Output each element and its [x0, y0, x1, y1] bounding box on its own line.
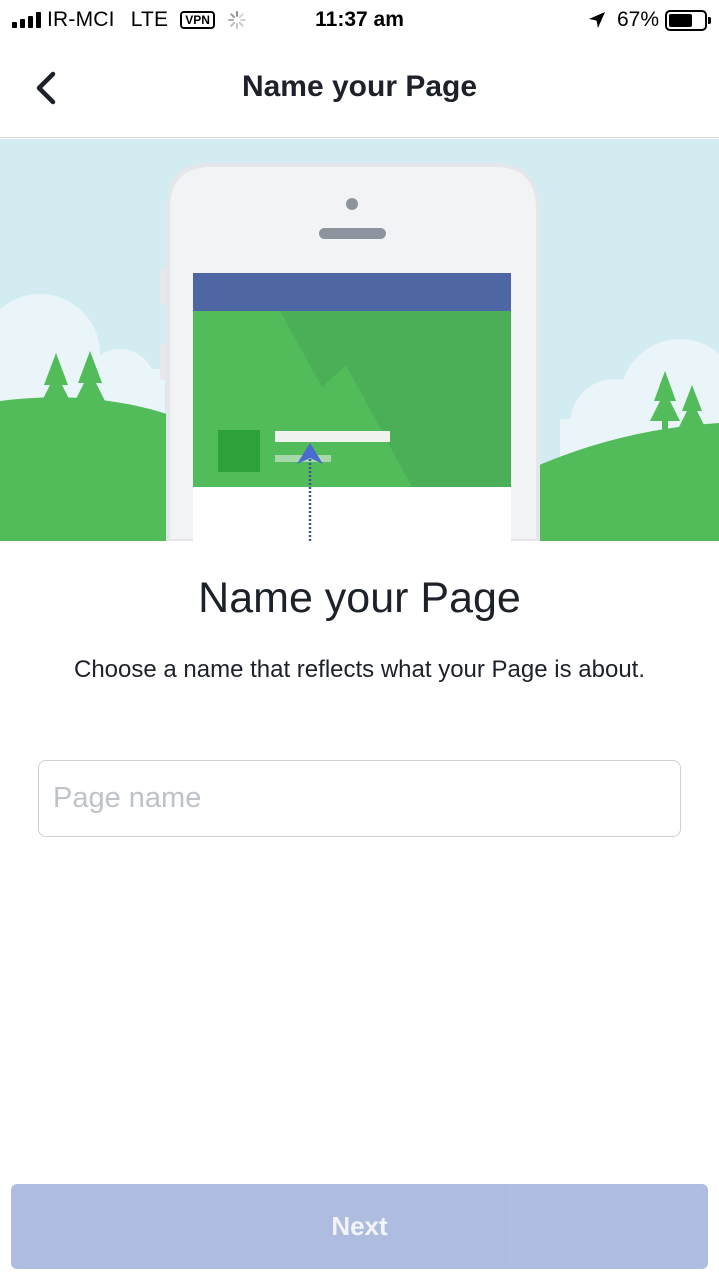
navigation-bar: Name your Page — [0, 40, 719, 138]
battery-percent: 67% — [616, 8, 659, 31]
next-button-label: Next — [331, 1211, 388, 1241]
next-button[interactable]: Next — [11, 1184, 708, 1269]
battery-icon — [665, 9, 711, 31]
nav-title: Name your Page — [241, 70, 478, 103]
location-arrow-icon — [588, 12, 605, 28]
page-heading: Name your Page — [198, 574, 521, 622]
phone-scene-illustration — [0, 139, 719, 541]
battery-fill — [669, 13, 692, 27]
status-bar: IR-MCI LTE VPN 11:37 am 67% — [0, 0, 719, 40]
page-setup-illustration — [0, 139, 719, 541]
page-subtitle: Choose a name that reflects what your Pa… — [74, 656, 645, 683]
status-right: 67% — [587, 8, 711, 32]
page-name-input[interactable] — [38, 760, 681, 837]
